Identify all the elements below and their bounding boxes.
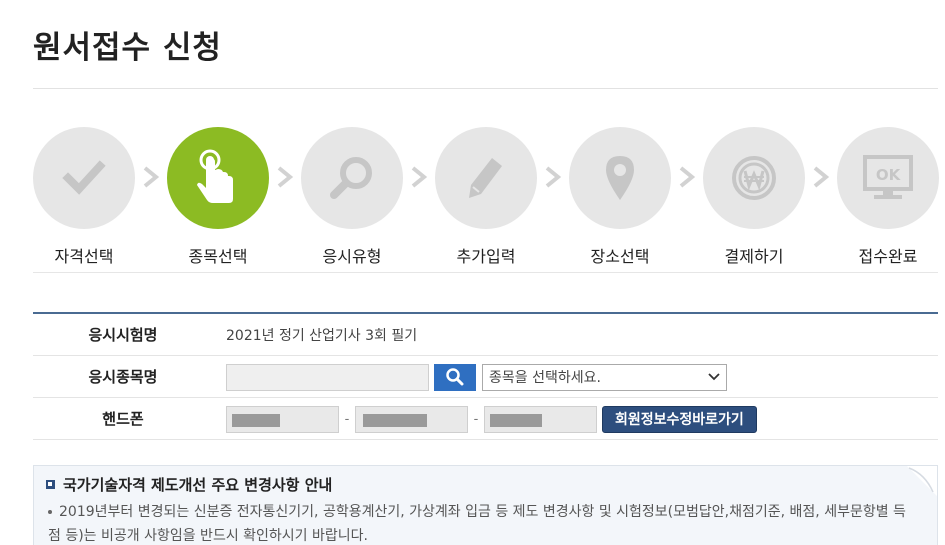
location-pin-icon: [606, 156, 634, 200]
phone-field-1[interactable]: [226, 405, 339, 433]
step-label: 종목선택: [188, 247, 248, 266]
notice-title: 국가기술자격 제도개선 주요 변경사항 안내: [63, 476, 333, 494]
chevron-right-icon: [813, 166, 830, 188]
step-subject: 종목선택: [166, 127, 270, 267]
step-label: 접수완료: [858, 247, 918, 266]
chevron-right-icon: [143, 166, 160, 188]
svg-text:OK: OK: [876, 166, 902, 184]
chevron-right-icon: [277, 166, 294, 188]
step-label: 자격선택: [54, 247, 114, 266]
redacted-mask: [232, 413, 280, 427]
step-location: 장소선택: [568, 127, 672, 267]
exam-name-label: 응시시험명: [88, 326, 158, 344]
phone-row: 핸드폰 - - 회원정보수정바로가기: [33, 398, 938, 440]
subject-select[interactable]: 종목을 선택하세요.: [482, 363, 727, 391]
chevron-right-icon: [545, 166, 562, 188]
phone-separator: -: [344, 411, 350, 427]
subject-label: 응시종목명: [88, 368, 158, 386]
progress-steps: 자격선택 종목선택 응시유형 추가입력 장소선택 결제하기 OK 접수완료: [0, 0, 945, 300]
checkmark-icon: [62, 160, 106, 195]
step-exam-type: 응시유형: [300, 127, 404, 267]
subject-select-value: 종목을 선택하세요.: [489, 370, 601, 386]
tap-hand-icon: [197, 149, 233, 203]
ok-monitor-icon: OK: [863, 155, 913, 199]
magnifier-icon: [330, 157, 372, 199]
notice-body: 2019년부터 변경되는 신분증 전자통신기기, 공학용계산기, 가상계좌 입금…: [48, 504, 906, 544]
phone-separator: -: [473, 411, 479, 427]
exam-name-row: 응시시험명 2021년 정기 산업기사 3회 필기: [33, 314, 938, 356]
chevron-right-icon: [679, 166, 696, 188]
application-form: 응시시험명 2021년 정기 산업기사 3회 필기 응시종목명 종목을 선택하세…: [33, 312, 938, 440]
steps-divider: [33, 272, 938, 273]
phone-label: 핸드폰: [102, 410, 144, 428]
chevron-right-icon: [411, 166, 428, 188]
bullet-square-icon: [46, 480, 55, 489]
chevron-down-icon: [708, 373, 720, 381]
step-qualification: 자격선택: [32, 127, 136, 267]
phone-field-3[interactable]: [484, 405, 597, 433]
notice-box: 국가기술자격 제도개선 주요 변경사항 안내 2019년부터 변경되는 신분증 …: [33, 465, 938, 545]
step-complete: OK 접수완료: [836, 127, 940, 267]
page-fold-icon: [907, 466, 937, 496]
subject-row: 응시종목명 종목을 선택하세요.: [33, 356, 938, 398]
subject-search-button[interactable]: [434, 363, 476, 391]
subject-input[interactable]: [226, 363, 429, 391]
step-label: 장소선택: [590, 247, 650, 266]
redacted-mask: [490, 413, 542, 427]
redacted-mask: [363, 413, 427, 427]
step-label: 결제하기: [724, 247, 784, 266]
bullet-dot-icon: [48, 510, 52, 514]
step-label: 추가입력: [456, 247, 516, 266]
edit-member-info-button[interactable]: 회원정보수정바로가기: [602, 405, 757, 433]
exam-name-value: 2021년 정기 산업기사 3회 필기: [226, 328, 418, 344]
pencil-icon: [469, 158, 502, 198]
step-payment: 결제하기: [702, 127, 806, 267]
won-coin-icon: [732, 156, 776, 200]
phone-field-2[interactable]: [355, 405, 468, 433]
search-icon: [446, 368, 464, 386]
step-additional-input: 추가입력: [434, 127, 538, 267]
step-label: 응시유형: [322, 247, 382, 266]
